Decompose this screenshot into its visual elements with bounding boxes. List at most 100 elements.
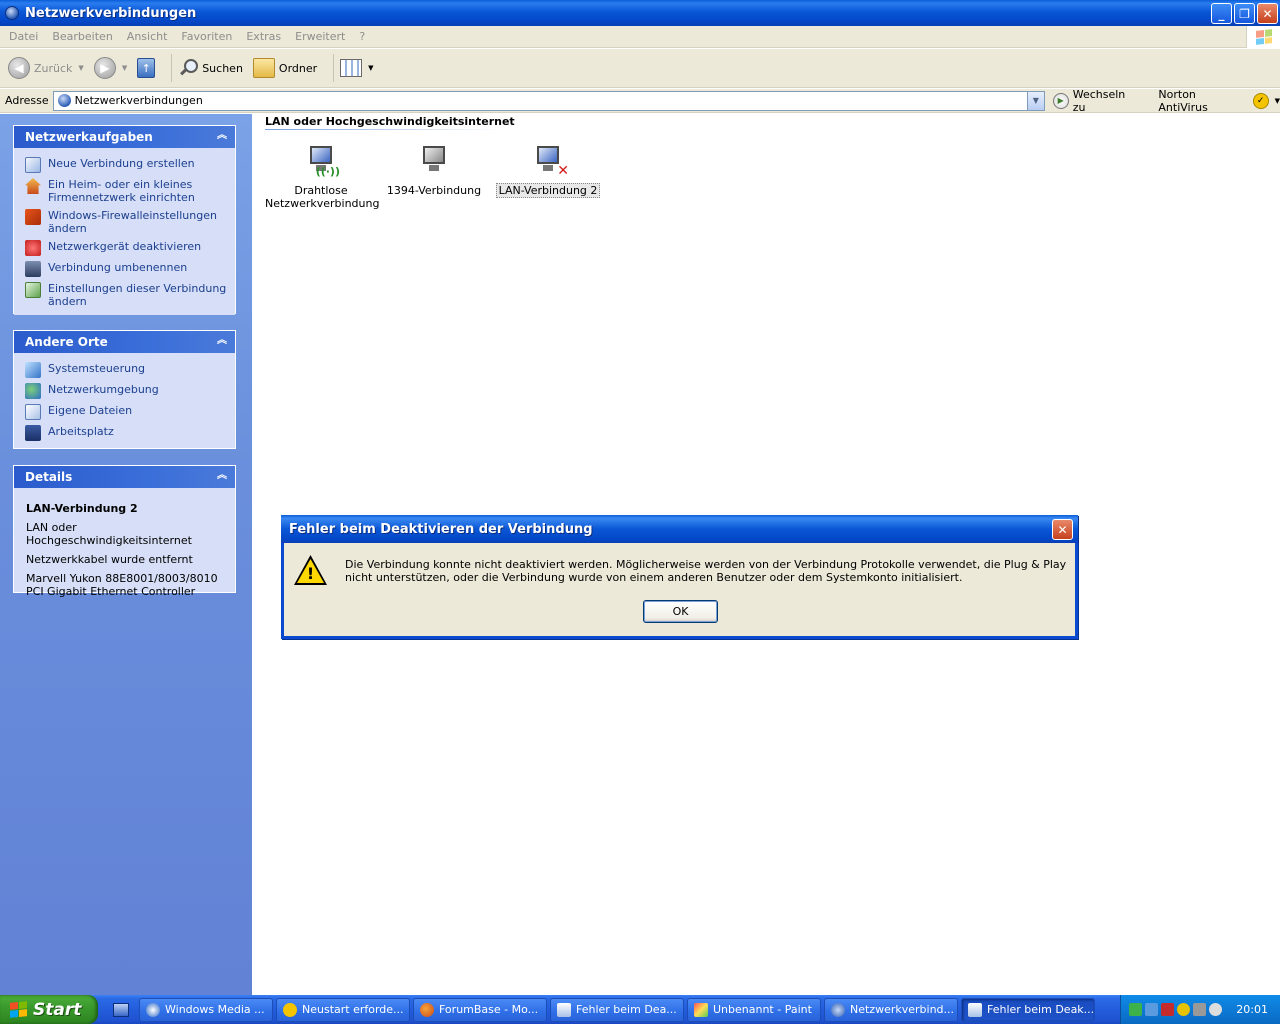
menu-help[interactable]: ? <box>352 30 372 43</box>
ok-button[interactable]: OK <box>643 600 718 623</box>
maximize-button[interactable]: ❐ <box>1234 3 1255 24</box>
start-button[interactable]: Start <box>0 995 98 1024</box>
views-icon <box>340 59 363 77</box>
place-my-documents[interactable]: Eigene Dateien <box>14 402 235 423</box>
dialog-title-bar[interactable]: Fehler beim Deaktivieren der Verbindung <box>281 515 1078 543</box>
new-connection-icon <box>25 157 41 173</box>
task-rename-connection[interactable]: Verbindung umbenennen <box>14 259 235 280</box>
details-panel: Details ︽ LAN-Verbindung 2 LAN oder Hoch… <box>13 465 236 598</box>
task-connection-settings[interactable]: Einstellungen dieser Verbindung ändern <box>14 280 235 311</box>
globe-tray-icon[interactable] <box>1177 1003 1190 1016</box>
menu-view[interactable]: Ansicht <box>120 30 175 43</box>
collapse-icon[interactable]: ︽ <box>215 335 229 349</box>
dialog-message: Die Verbindung konnte nicht deaktiviert … <box>345 558 1067 584</box>
menu-favorites[interactable]: Favoriten <box>174 30 239 43</box>
volume-tray-icon[interactable] <box>1209 1003 1222 1016</box>
clock[interactable]: 20:01 <box>1236 1003 1268 1016</box>
search-button[interactable]: Suchen <box>178 58 243 78</box>
folders-icon <box>252 58 275 78</box>
forward-button[interactable]: ▶ ▼ <box>93 57 127 79</box>
panel-header[interactable]: Andere Orte ︽ <box>14 331 235 353</box>
address-input[interactable]: Netzwerkverbindungen ▼ <box>52 90 1045 111</box>
go-button[interactable]: ▶ Wechseln zu <box>1052 87 1142 114</box>
firewall-icon <box>25 209 41 225</box>
task-disable-device[interactable]: Netzwerkgerät deaktivieren <box>14 238 235 259</box>
details-device: Marvell Yukon 88E8001/8003/8010 PCI Giga… <box>26 572 218 598</box>
folders-button[interactable]: Ordner <box>252 58 318 78</box>
network-tray-icon[interactable] <box>1129 1003 1142 1016</box>
connection-tray-icon[interactable] <box>1145 1003 1158 1016</box>
device-tray-icon[interactable] <box>1193 1003 1206 1016</box>
title-bar[interactable]: Netzwerkverbindungen _ ❐ ✕ <box>0 0 1280 26</box>
forward-arrow-icon: ▶ <box>93 57 116 79</box>
taskbar-item-restart[interactable]: Neustart erforde... <box>276 997 410 1022</box>
connection-lan-2[interactable]: ✕ LAN-Verbindung 2 <box>492 144 604 198</box>
dialog-title: Fehler beim Deaktivieren der Verbindung <box>289 521 593 537</box>
menu-file[interactable]: Datei <box>2 30 45 43</box>
norton-shield-icon: ✓ <box>1252 92 1269 109</box>
views-button[interactable]: ▼ <box>340 59 374 77</box>
wireless-connection-icon: ((·)) <box>304 144 340 178</box>
taskbar-item-error-1[interactable]: Fehler beim Dea... <box>550 997 684 1022</box>
dialog-close-button[interactable]: ✕ <box>1052 519 1073 540</box>
connection-1394[interactable]: 1394-Verbindung <box>378 144 490 197</box>
chevron-down-icon[interactable]: ▼ <box>122 64 127 72</box>
task-firewall-settings[interactable]: Windows-Firewalleinstellungen ändern <box>14 207 235 238</box>
menu-advanced[interactable]: Erweitert <box>288 30 352 43</box>
place-my-computer[interactable]: Arbeitsplatz <box>14 423 235 444</box>
collapse-icon[interactable]: ︽ <box>215 130 229 144</box>
system-tray: 20:01 <box>1120 995 1280 1024</box>
search-icon <box>178 58 199 78</box>
address-bar: Adresse Netzwerkverbindungen ▼ ▶ Wechsel… <box>0 87 1280 114</box>
task-new-connection[interactable]: Neue Verbindung erstellen <box>14 155 235 176</box>
connection-wireless[interactable]: ((·)) Drahtlose Netzwerkverbindung <box>265 144 379 210</box>
alert-tray-icon[interactable] <box>1161 1003 1174 1016</box>
lan-disconnected-icon: ✕ <box>531 144 569 178</box>
toolbar-separator <box>333 54 335 82</box>
settings-icon <box>25 282 41 298</box>
chevron-down-icon[interactable]: ▼ <box>78 64 83 72</box>
panel-header[interactable]: Details ︽ <box>14 466 235 488</box>
taskbar-item-firefox[interactable]: ForumBase - Mo... <box>413 997 547 1022</box>
windows-logo <box>1246 26 1280 48</box>
up-button[interactable]: ↑ <box>137 58 156 78</box>
show-desktop-icon[interactable] <box>113 1002 129 1017</box>
taskbar-item-network-connections[interactable]: Netzwerkverbind... <box>824 997 958 1022</box>
explorer-window: Netzwerkverbindungen _ ❐ ✕ Datei Bearbei… <box>0 0 1280 995</box>
quick-launch <box>106 1002 136 1017</box>
network-connections-icon <box>57 94 71 107</box>
taskbar-item-paint[interactable]: Unbenannt - Paint <box>687 997 821 1022</box>
network-neighborhood-icon <box>25 383 41 399</box>
document-icon <box>557 1002 571 1017</box>
norton-antivirus-button[interactable]: Norton AntiVirus ✓ ▼ <box>1158 88 1280 114</box>
menu-tools[interactable]: Extras <box>239 30 288 43</box>
panel-header[interactable]: Netzwerkaufgaben ︽ <box>14 126 235 148</box>
place-control-panel[interactable]: Systemsteuerung <box>14 360 235 381</box>
task-pane: Netzwerkaufgaben ︽ Neue Verbindung erste… <box>0 114 252 995</box>
chevron-down-icon[interactable]: ▼ <box>1275 97 1280 105</box>
place-network-neighborhood[interactable]: Netzwerkumgebung <box>14 381 235 402</box>
collapse-icon[interactable]: ︽ <box>215 470 229 484</box>
network-connections-icon <box>831 1002 845 1017</box>
details-name: LAN-Verbindung 2 <box>26 502 138 515</box>
back-button[interactable]: ◀ Zurück ▼ <box>8 57 84 79</box>
network-connections-icon <box>5 6 19 20</box>
group-title: LAN oder Hochgeschwindigkeitsinternet <box>265 115 515 128</box>
close-button[interactable]: ✕ <box>1257 3 1278 24</box>
norton-label: Norton AntiVirus <box>1158 87 1208 114</box>
folders-label: Ordner <box>278 61 318 75</box>
taskbar-item-error-2[interactable]: Fehler beim Deak... <box>961 997 1095 1022</box>
go-label: Wechseln zu <box>1072 87 1126 114</box>
disable-icon <box>25 240 41 256</box>
taskbar-item-media-player[interactable]: Windows Media ... <box>139 997 273 1022</box>
menu-edit[interactable]: Bearbeiten <box>45 30 119 43</box>
chevron-down-icon[interactable]: ▼ <box>368 64 373 72</box>
other-places-panel: Andere Orte ︽ Systemsteuerung Netzwerkum… <box>13 330 236 449</box>
windows-flag-icon <box>10 1001 27 1018</box>
address-dropdown-button[interactable]: ▼ <box>1026 91 1044 110</box>
search-label: Suchen <box>202 61 243 75</box>
media-player-icon <box>146 1002 160 1017</box>
minimize-button[interactable]: _ <box>1211 3 1232 24</box>
window-title: Netzwerkverbindungen <box>25 5 197 21</box>
task-home-network[interactable]: Ein Heim- oder ein kleines Firmennetzwer… <box>14 176 235 207</box>
